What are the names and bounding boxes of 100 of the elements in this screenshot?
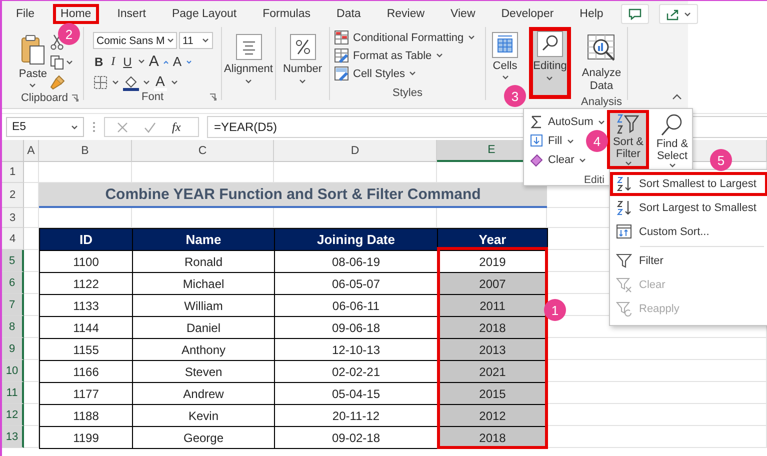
sheet-cell[interactable] <box>547 338 767 360</box>
table-cell: Ronald <box>132 250 275 273</box>
copy-icon[interactable] <box>50 55 64 70</box>
ribbon-tab[interactable]: Formulas <box>254 4 319 24</box>
row-header[interactable]: 4 <box>2 228 24 250</box>
row-header[interactable]: 5 <box>2 250 24 272</box>
ribbon-tab[interactable]: Help <box>572 4 612 24</box>
table-cell: Kevin <box>132 404 275 427</box>
ribbon-tab[interactable]: Developer <box>493 4 562 24</box>
row-header[interactable]: 2 <box>2 183 24 208</box>
sheet-cell[interactable] <box>547 404 767 426</box>
dialog-launcher-icon[interactable] <box>71 94 79 102</box>
ribbon-button[interactable]: Alignment <box>221 30 276 88</box>
caret-icon <box>579 158 586 162</box>
ribbon-command[interactable]: Cell Styles <box>334 66 416 81</box>
search-icon <box>536 31 563 57</box>
table-cell: 05-04-15 <box>274 382 438 405</box>
font-color-button[interactable]: A <box>154 74 167 91</box>
table-cell: Anthony <box>132 338 275 361</box>
caret-icon <box>66 60 74 65</box>
sigma-icon <box>530 115 543 129</box>
share-button[interactable] <box>659 4 698 24</box>
ribbon-tab[interactable]: Home <box>52 4 100 24</box>
menu-command[interactable]: AutoSum <box>530 113 606 131</box>
ribbon-tab[interactable]: Review <box>378 4 433 24</box>
table-cell: 1188 <box>39 404 133 427</box>
table-header-cell: Name <box>132 228 275 251</box>
name-box[interactable]: E5 <box>6 117 84 137</box>
collapse-ribbon-icon[interactable] <box>672 94 682 100</box>
eraser-icon <box>530 153 543 167</box>
table-header-cell: Joining Date <box>274 228 438 251</box>
shrink-font-button[interactable]: A <box>172 54 182 69</box>
bold-button[interactable]: B <box>92 54 106 68</box>
font-size-field[interactable]: 11 <box>178 32 212 49</box>
italic-button[interactable]: I <box>109 54 118 69</box>
borders-icon[interactable] <box>92 75 108 90</box>
underline-button[interactable]: U <box>121 54 134 68</box>
ribbon-tab[interactable]: File <box>8 4 43 24</box>
sheet-cell[interactable] <box>547 382 767 404</box>
fill-bucket-icon[interactable] <box>122 74 138 90</box>
caret-icon <box>299 78 306 84</box>
analyze-data-button[interactable]: Analyze Data <box>576 30 626 96</box>
table-cell: 1199 <box>39 426 133 449</box>
table-cell: 2021 <box>437 360 548 383</box>
column-header[interactable]: D <box>274 140 437 162</box>
row-header[interactable]: 1 <box>2 162 24 183</box>
ribbon-command[interactable]: Conditional Formatting <box>334 30 475 45</box>
ribbon-command[interactable]: Format as Table <box>334 48 443 63</box>
menu-item[interactable]: Sort Largest to Smallest <box>610 196 767 220</box>
paste-button[interactable]: Paste <box>16 30 50 92</box>
font-name-field[interactable]: Comic Sans M <box>92 32 176 49</box>
caret-icon <box>468 35 475 40</box>
menu-item[interactable]: Custom Sort... <box>610 220 767 244</box>
cell-style-icon <box>334 66 349 81</box>
table-cell: 08-06-19 <box>274 250 438 273</box>
row-header[interactable]: 6 <box>2 272 24 294</box>
table-cell: 20-11-12 <box>274 404 438 427</box>
row-header[interactable]: 13 <box>2 426 24 448</box>
caret-icon <box>436 53 443 58</box>
row-header[interactable]: 12 <box>2 404 24 426</box>
clear-filter-icon <box>616 277 632 293</box>
row-header[interactable]: 10 <box>2 360 24 382</box>
column-header[interactable]: A <box>24 140 39 162</box>
column-header[interactable]: B <box>39 140 132 162</box>
ribbon-tab[interactable]: Data <box>328 4 369 24</box>
column-header[interactable]: C <box>132 140 274 162</box>
cancel-icon[interactable] <box>117 122 128 132</box>
select-all-corner[interactable] <box>2 140 24 162</box>
ribbon-tab[interactable]: View <box>442 4 484 24</box>
sort-filter-button[interactable]: Sort & Filter <box>607 110 650 170</box>
ribbon-button[interactable]: Number <box>280 30 326 88</box>
caret-icon <box>202 38 208 43</box>
sheet-cell[interactable] <box>547 426 767 448</box>
ribbon-tab[interactable]: Insert <box>109 4 154 24</box>
row-header[interactable]: 8 <box>2 316 24 338</box>
editing-button[interactable]: Editing <box>529 27 571 99</box>
sheet-cell[interactable] <box>547 360 767 382</box>
row-header[interactable]: 3 <box>2 208 24 228</box>
caret-icon <box>166 38 174 43</box>
check-icon[interactable] <box>144 122 156 132</box>
menu-item[interactable]: Sort Smallest to Largest <box>610 172 767 196</box>
insert-function-button[interactable]: fx <box>172 120 181 134</box>
comment-button[interactable] <box>621 4 650 24</box>
row-header[interactable]: 11 <box>2 382 24 404</box>
ribbon-tab[interactable]: Page Layout <box>164 4 245 24</box>
sheet-title: Combine YEAR Function and Sort & Filter Command <box>39 183 547 208</box>
menu-item[interactable]: Filter <box>610 249 767 273</box>
row-header[interactable]: 7 <box>2 294 24 316</box>
ribbon-button[interactable]: Cells <box>489 30 521 82</box>
percent-icon <box>290 34 316 60</box>
comment-icon <box>628 8 642 20</box>
table-cell: William <box>132 294 275 317</box>
brush-icon[interactable] <box>50 75 66 90</box>
dialog-launcher-icon[interactable] <box>209 93 217 101</box>
scissors-icon[interactable] <box>50 34 64 50</box>
table-cell: Michael <box>132 272 275 295</box>
row-header[interactable]: 9 <box>2 338 24 360</box>
grip-icon <box>92 121 96 133</box>
menu-command[interactable]: Clear <box>530 151 586 169</box>
grow-font-button[interactable]: A <box>148 53 159 70</box>
